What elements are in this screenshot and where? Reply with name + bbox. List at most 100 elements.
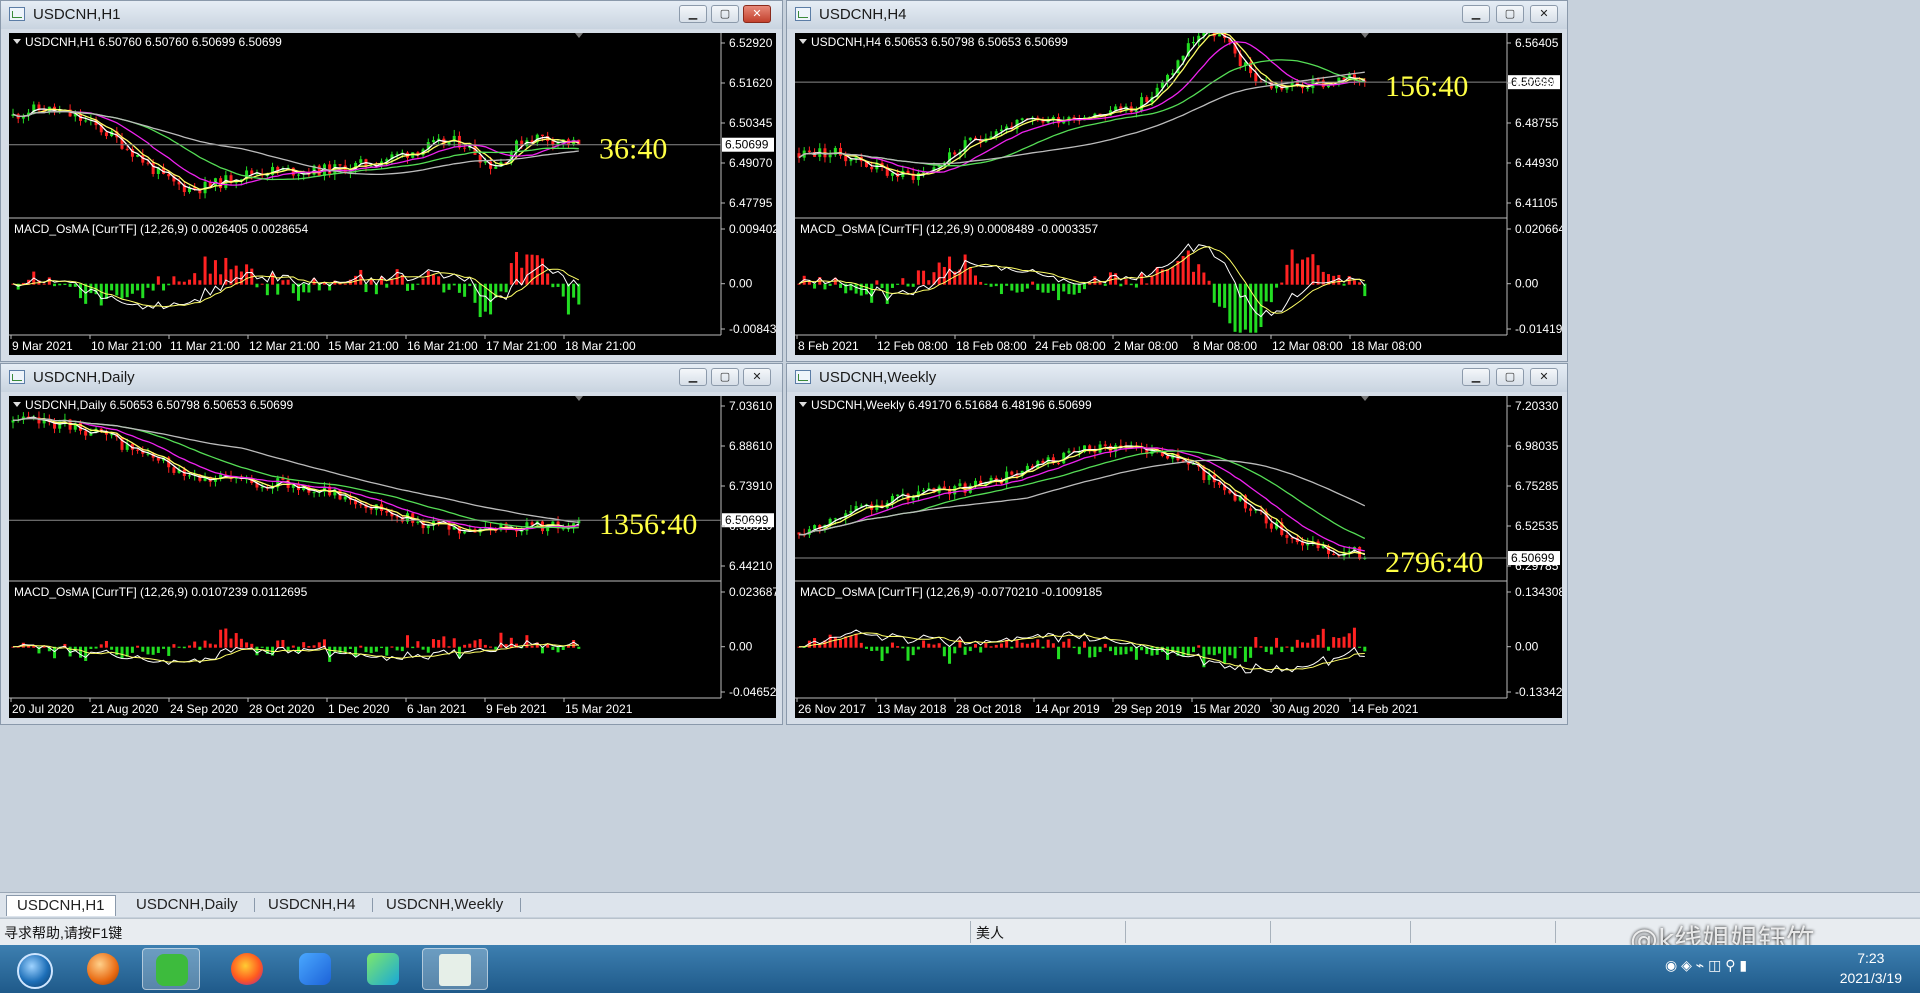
close-button[interactable]: ✕ [743, 5, 771, 23]
taskbar-player[interactable] [354, 948, 412, 990]
macd-histogram-bar [130, 283, 134, 294]
macd-histogram-bar [859, 642, 863, 648]
candle-body [958, 483, 962, 487]
maximize-button[interactable]: ▢ [711, 368, 739, 386]
maximize-button[interactable]: ▢ [1496, 5, 1524, 23]
taskbar-clock[interactable]: 7:23 2021/3/19 [1840, 948, 1902, 988]
macd-histogram-bar [89, 283, 93, 294]
macd-histogram-bar [937, 643, 941, 648]
chart-window-h4[interactable]: USDCNH,H4 ▁ ▢ ✕ 6.50699 156:40 USDCNH,H4 6… [786, 0, 1568, 362]
macd-histogram-bar [906, 283, 910, 287]
macd-histogram-bar [1358, 646, 1362, 648]
macd-histogram-bar [162, 646, 166, 649]
status-divider [1125, 921, 1126, 943]
minimize-button[interactable]: ▁ [1462, 5, 1490, 23]
time-axis-label: 12 Mar 21:00 [249, 339, 320, 353]
window-titlebar[interactable]: USDCNH,H4 ▁ ▢ ✕ [787, 1, 1567, 29]
window-title: USDCNH,H1 [33, 6, 121, 23]
macd-histogram-bar [120, 283, 124, 299]
taskbar-firefox[interactable] [218, 948, 276, 990]
taskbar-app-thumbnail[interactable] [422, 948, 488, 990]
macd-histogram-bar [1057, 646, 1061, 660]
macd-histogram-bar [577, 283, 581, 305]
macd-histogram-bar [911, 646, 915, 656]
tab-usdcnh-h1[interactable]: USDCNH,H1 [6, 895, 116, 916]
macd-histogram-bar [364, 646, 368, 653]
macd-axis-label: -0.1334299 [1515, 685, 1562, 699]
minimize-button[interactable]: ▁ [679, 5, 707, 23]
macd-histogram-bar [906, 646, 910, 661]
chart-tabs-bar: USDCNH,H1 USDCNH,Daily USDCNH,H4 USDCNH,… [0, 892, 1920, 917]
chart-canvas[interactable]: 6.50699 156:40 USDCNH,H4 6.50653 6.50798 6… [795, 33, 1562, 355]
macd-histogram-bar [411, 283, 415, 291]
candle-body [530, 522, 534, 525]
chart-canvas[interactable]: 6.50699 1356:40 USDCNH,Daily 6.50653 6.507… [9, 396, 776, 718]
macd-histogram-bar [566, 283, 570, 315]
macd-histogram-bar [1025, 643, 1029, 648]
taskbar: ◉ ◈ ⌁ ◫ ⚲ ▮ 7:23 2021/3/19 [0, 945, 1920, 993]
candle-body [1020, 118, 1024, 120]
app-thumbnail-icon [439, 954, 471, 986]
macd-histogram-bar [1108, 272, 1112, 285]
macd-histogram-bar [1264, 283, 1268, 302]
macd-histogram-bar [53, 283, 57, 287]
macd-histogram-bar [94, 646, 98, 649]
start-button[interactable] [4, 948, 62, 990]
macd-histogram-bar [151, 283, 155, 291]
candle-body [84, 120, 88, 122]
candle-body [849, 159, 853, 162]
close-button[interactable]: ✕ [1530, 368, 1558, 386]
chart-window-weekly[interactable]: USDCNH,Weekly ▁ ▢ ✕ 6.50699 2796:40 USDCNH… [786, 363, 1568, 725]
price-chart-h4[interactable]: 6.50699156:40USDCNH,H4 6.50653 6.50798 6… [795, 33, 1562, 355]
taskbar-feishu[interactable] [286, 948, 344, 990]
macd-histogram-bar [1259, 646, 1263, 648]
macd-histogram-bar [78, 646, 82, 658]
close-button[interactable]: ✕ [743, 368, 771, 386]
price-chart-weekly[interactable]: 6.506992796:40USDCNH,Weekly 6.49170 6.51… [795, 396, 1562, 718]
macd-histogram-bar [572, 640, 576, 648]
macd-histogram-bar [1155, 267, 1159, 285]
tab-usdcnh-weekly[interactable]: USDCNH,Weekly [376, 895, 513, 915]
minimize-button[interactable]: ▁ [679, 368, 707, 386]
macd-histogram-bar [916, 270, 920, 285]
chart-window-h1[interactable]: USDCNH,H1 ▁ ▢ ✕ 6.50699 36:40 USDCNH,H1 6.… [0, 0, 783, 362]
chart-canvas[interactable]: 6.50699 2796:40 USDCNH,Weekly 6.49170 6.51… [795, 396, 1562, 718]
price-chart-daily[interactable]: 6.506991356:40USDCNH,Daily 6.50653 6.507… [9, 396, 776, 718]
close-button[interactable]: ✕ [1530, 5, 1558, 23]
chart-canvas[interactable]: 6.50699 36:40 USDCNH,H1 6.50760 6.50760 6.… [9, 33, 776, 355]
tray-icons[interactable]: ◉ ◈ ⌁ ◫ ⚲ ▮ [1665, 957, 1747, 974]
maximize-button[interactable]: ▢ [1496, 368, 1524, 386]
macd-histogram-bar [839, 283, 843, 288]
macd-histogram-bar [385, 283, 389, 288]
chart-window-icon [9, 370, 25, 384]
window-titlebar[interactable]: USDCNH,H1 ▁ ▢ ✕ [1, 1, 782, 29]
tab-usdcnh-h4[interactable]: USDCNH,H4 [258, 895, 366, 915]
macd-histogram-bar [1129, 646, 1133, 652]
status-profile[interactable]: 美人 [976, 923, 1004, 943]
window-titlebar[interactable]: USDCNH,Daily ▁ ▢ ✕ [1, 364, 782, 392]
candle-body [338, 164, 342, 166]
time-axis-label: 9 Feb 2021 [486, 702, 547, 716]
price-axis-label: 7.20330 [1515, 399, 1559, 413]
bar-countdown-timer: 1356:40 [599, 508, 697, 541]
macd-histogram-bar [406, 283, 410, 291]
taskbar-media-app[interactable] [74, 948, 132, 990]
tab-usdcnh-daily[interactable]: USDCNH,Daily [126, 895, 248, 915]
chart-window-daily[interactable]: USDCNH,Daily ▁ ▢ ✕ 6.50699 1356:40 USDCNH,… [0, 363, 783, 725]
price-chart-h1[interactable]: 6.50699 36:40 USDCNH,H1 6.50760 6.50760 6.… [9, 33, 776, 355]
minimize-button[interactable]: ▁ [1462, 368, 1490, 386]
window-titlebar[interactable]: USDCNH,Weekly ▁ ▢ ✕ [787, 364, 1567, 392]
macd-histogram-bar [1010, 646, 1014, 649]
macd-histogram-bar [452, 283, 456, 286]
maximize-button[interactable]: ▢ [711, 5, 739, 23]
macd-histogram-bar [927, 280, 931, 285]
macd-histogram-bar [156, 646, 160, 653]
taskbar-wechat[interactable] [142, 948, 200, 990]
macd-histogram-bar [58, 283, 62, 286]
macd-histogram-bar [1020, 283, 1024, 292]
macd-histogram-bar [1316, 634, 1320, 648]
feishu-icon [299, 953, 331, 985]
macd-histogram-bar [551, 646, 555, 650]
macd-histogram-bar [1114, 646, 1118, 656]
status-divider [1410, 921, 1411, 943]
